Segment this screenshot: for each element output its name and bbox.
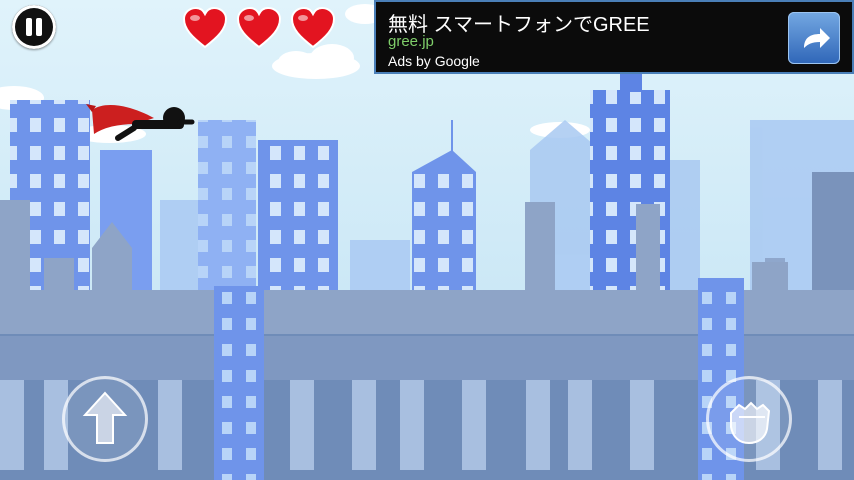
up-arrow-icon <box>82 391 128 444</box>
share-arrow-icon <box>804 28 830 48</box>
fist-icon <box>730 401 771 445</box>
ad-action-button[interactable] <box>788 12 840 64</box>
heart-icon <box>236 6 282 49</box>
punch-button[interactable] <box>706 376 792 462</box>
ad-url[interactable]: gree.jp <box>388 33 434 50</box>
lives-indicator <box>182 6 336 50</box>
heart-icon <box>290 6 336 49</box>
ad-credit: Ads by Google <box>388 53 480 69</box>
pause-button[interactable] <box>12 5 56 49</box>
heart-icon <box>182 6 228 49</box>
jump-button[interactable] <box>62 376 148 462</box>
pause-icon <box>26 18 32 36</box>
ad-banner[interactable]: 無料 スマートフォンでGREE gree.jp Ads by Google <box>374 0 854 74</box>
game-screen[interactable]: 無料 スマートフォンでGREE gree.jp Ads by Google <box>0 0 854 480</box>
